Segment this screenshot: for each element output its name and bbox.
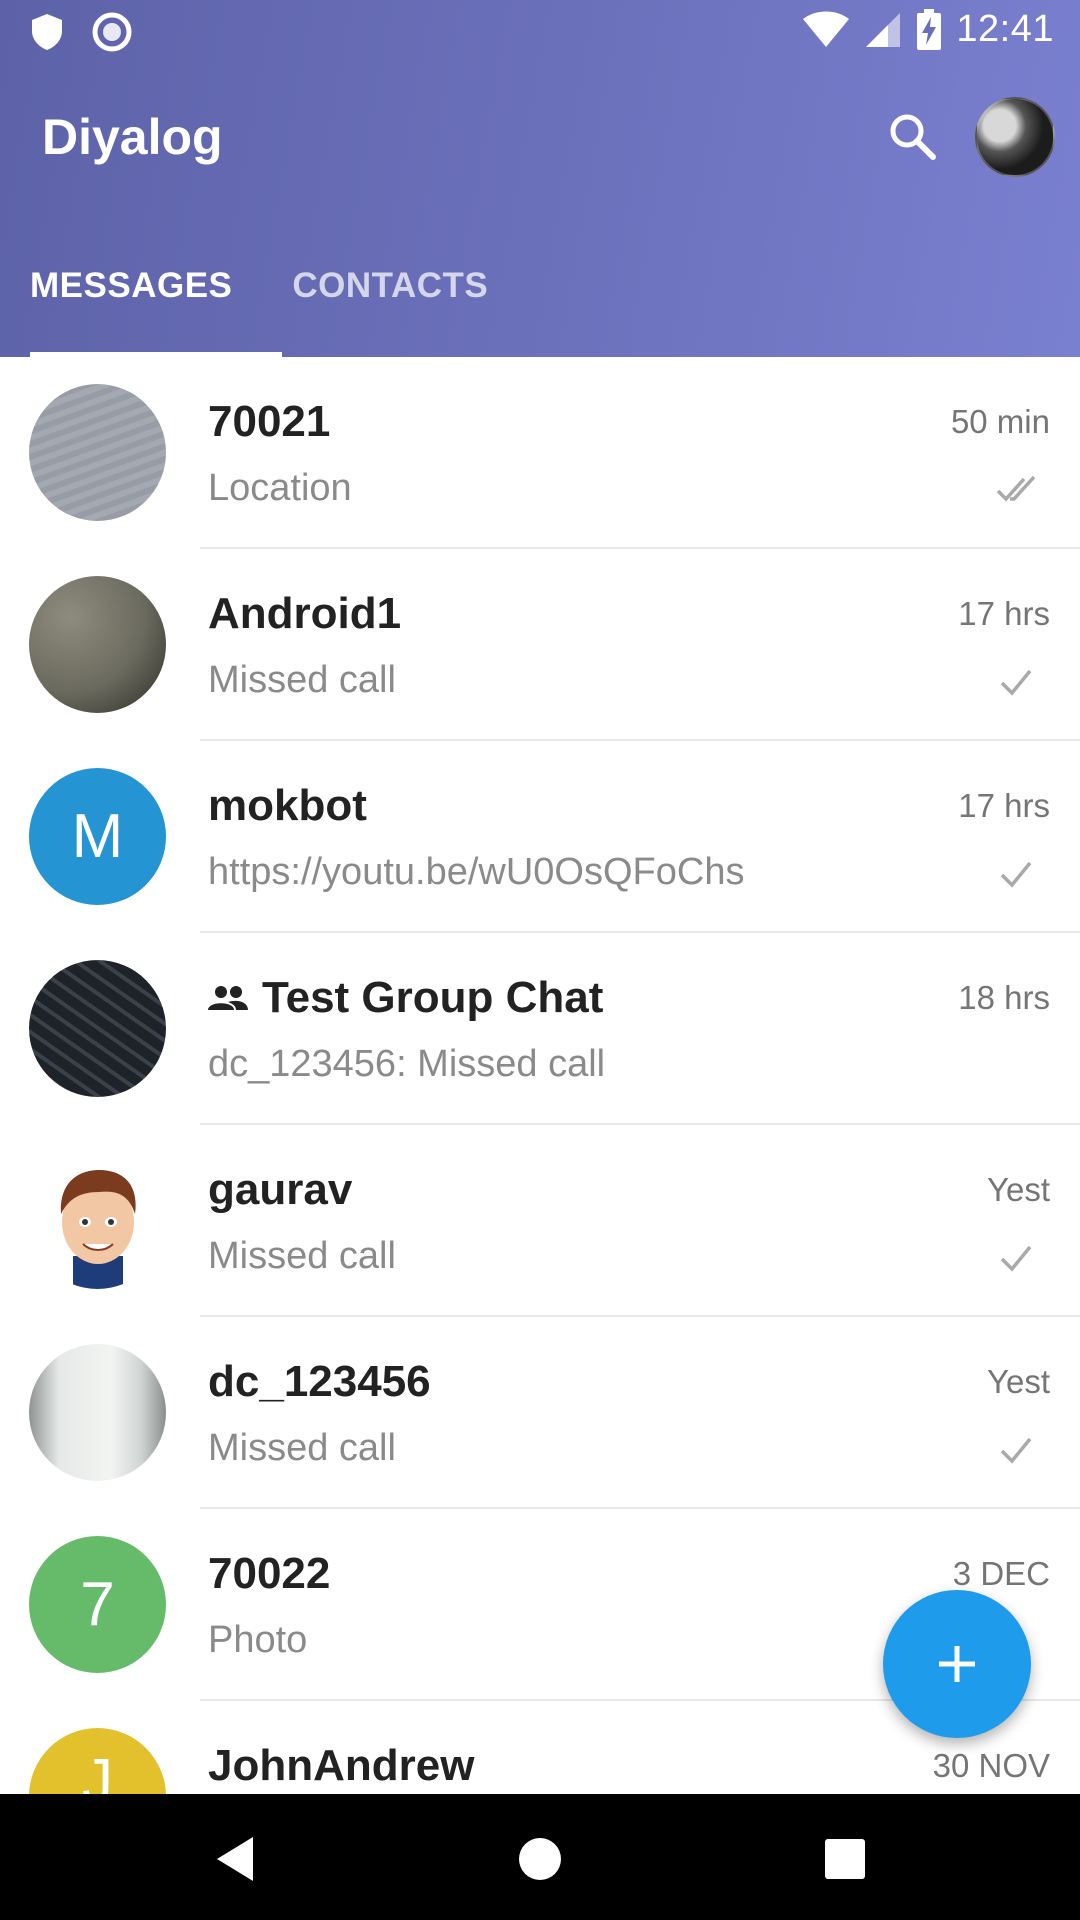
conversation-time: 17 hrs bbox=[958, 595, 1050, 632]
home-button[interactable] bbox=[505, 1824, 575, 1894]
conversation-name: dc_123456 bbox=[208, 1357, 431, 1406]
conversation-time: Yest bbox=[986, 1171, 1050, 1208]
conversation-time: 50 min bbox=[950, 403, 1050, 440]
avatar-letter: J bbox=[82, 1747, 113, 1794]
conversation-time: 30 NOV bbox=[932, 1747, 1050, 1784]
conversation-preview: Location bbox=[208, 467, 352, 509]
conversation-time: 3 DEC bbox=[952, 1555, 1050, 1592]
back-icon bbox=[217, 1837, 253, 1881]
check-icon bbox=[1000, 1245, 1032, 1272]
plus-icon bbox=[939, 1646, 975, 1682]
conversation-row[interactable]: gaurav Yest Missed call bbox=[0, 1125, 1080, 1317]
conversation-preview: Missed call bbox=[208, 1235, 396, 1277]
conversation-preview: dc_123456: Missed call bbox=[208, 1043, 606, 1085]
avatar bbox=[29, 1344, 166, 1481]
avatar-letter: M bbox=[71, 802, 124, 871]
recents-button[interactable] bbox=[810, 1824, 880, 1894]
tab-contacts-label: CONTACTS bbox=[292, 266, 489, 305]
conversation-time: 17 hrs bbox=[958, 787, 1050, 824]
search-button[interactable] bbox=[880, 104, 944, 168]
conversation-row[interactable]: M mokbot 17 hrs https://youtu.be/wU0OsQF… bbox=[0, 741, 1080, 933]
avatar-letter: 7 bbox=[80, 1570, 115, 1639]
status-time: 12:41 bbox=[956, 8, 1054, 50]
conversation-name: Android1 bbox=[208, 589, 402, 638]
cartoon-face-icon bbox=[60, 1170, 136, 1289]
shield-icon bbox=[32, 14, 62, 50]
conversation-list[interactable]: 70021 50 min Location Android1 17 hrs Mi… bbox=[0, 357, 1080, 1794]
conversation-row[interactable]: Android1 17 hrs Missed call bbox=[0, 549, 1080, 741]
wifi-icon bbox=[803, 11, 850, 47]
profile-avatar[interactable] bbox=[975, 97, 1055, 177]
avatar bbox=[29, 576, 166, 713]
recents-icon bbox=[825, 1839, 865, 1879]
navigation-bar bbox=[0, 1794, 1080, 1920]
conversation-name: gaurav bbox=[208, 1165, 353, 1214]
check-icon bbox=[1000, 669, 1032, 696]
app-bar: 12:41 Diyalog MESSAGES CONTACTS bbox=[0, 0, 1080, 357]
home-icon bbox=[519, 1838, 561, 1880]
conversation-time: Yest bbox=[986, 1363, 1050, 1400]
record-icon bbox=[92, 12, 132, 52]
avatar: J bbox=[29, 1728, 166, 1794]
check-icon bbox=[1000, 1437, 1032, 1464]
double-check-icon bbox=[996, 475, 1036, 502]
conversation-preview: Photo bbox=[208, 1619, 308, 1661]
new-conversation-button[interactable] bbox=[883, 1590, 1031, 1738]
conversation-row[interactable]: Test Group Chat 18 hrs dc_123456: Missed… bbox=[0, 933, 1080, 1125]
avatar bbox=[29, 384, 166, 521]
back-button[interactable] bbox=[200, 1824, 270, 1894]
status-bar: 12:41 bbox=[0, 0, 1080, 63]
conversation-row[interactable]: 70021 50 min Location bbox=[0, 357, 1080, 549]
tab-contacts[interactable]: CONTACTS bbox=[262, 248, 518, 357]
conversation-preview: https://youtu.be/wU0OsQFoChs bbox=[208, 851, 745, 893]
avatar: M bbox=[29, 768, 166, 905]
avatar: 7 bbox=[29, 1536, 166, 1673]
conversation-time: 18 hrs bbox=[958, 979, 1050, 1016]
conversation-name: mokbot bbox=[208, 781, 367, 830]
conversation-row[interactable]: dc_123456 Yest Missed call bbox=[0, 1317, 1080, 1509]
tab-messages[interactable]: MESSAGES bbox=[0, 248, 262, 357]
conversation-name: 70021 bbox=[208, 397, 331, 446]
avatar bbox=[29, 1152, 166, 1289]
conversation-name: Test Group Chat bbox=[262, 973, 604, 1022]
battery-charging-icon bbox=[917, 8, 942, 50]
check-icon bbox=[1000, 861, 1032, 888]
avatar bbox=[29, 960, 166, 1097]
conversation-name: JohnAndrew bbox=[208, 1741, 475, 1790]
conversation-name: 70022 bbox=[208, 1549, 331, 1598]
tab-messages-label: MESSAGES bbox=[30, 266, 233, 305]
conversation-preview: Missed call bbox=[208, 659, 396, 701]
group-icon bbox=[208, 986, 248, 1010]
conversation-preview: Missed call bbox=[208, 1427, 396, 1469]
tab-bar: MESSAGES CONTACTS bbox=[0, 248, 518, 357]
app-title: Diyalog bbox=[42, 109, 223, 165]
search-icon bbox=[890, 114, 936, 160]
signal-icon bbox=[866, 12, 901, 47]
